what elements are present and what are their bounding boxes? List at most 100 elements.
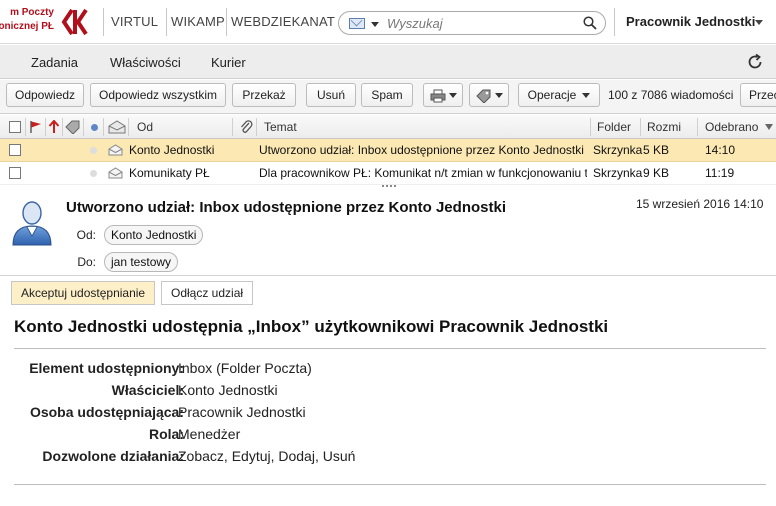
menu-bar: Zadania Właściwości Kurier (0, 45, 776, 79)
detail-value: Pracownik Jednostki (178, 404, 306, 420)
message-row[interactable]: Komunikaty PŁ Dla pracownikow PŁ: Komuni… (0, 162, 776, 185)
read-status-icon[interactable] (90, 170, 97, 177)
user-menu[interactable]: Pracownik Jednostki (626, 14, 755, 29)
message-list-header: Od Temat Folder Rozmi Odebrano (0, 115, 776, 139)
row-from: Komunikaty PŁ (129, 166, 210, 180)
column-folder[interactable]: Folder (597, 120, 631, 134)
row-size: 9 KB (643, 166, 670, 180)
nav-link-virtul[interactable]: VIRTUL (111, 14, 158, 29)
detail-value: Menedżer (178, 426, 241, 442)
detail-row: Rola: Menedżer (14, 426, 514, 446)
nav-link-wikamp[interactable]: WIKAMP (171, 14, 225, 29)
brand-name: m Poczty onicznej PŁ (0, 4, 58, 40)
envelope-icon[interactable] (349, 18, 365, 29)
logo-icon[interactable] (60, 8, 90, 36)
chevron-down-icon[interactable] (371, 22, 379, 27)
divider (14, 348, 766, 349)
separator (226, 8, 227, 36)
column-separator (590, 118, 591, 136)
column-separator (256, 118, 257, 136)
separator (166, 8, 167, 36)
select-all-checkbox[interactable] (9, 121, 21, 133)
row-checkbox[interactable] (9, 144, 21, 156)
detail-key: Element udostępniony: (29, 360, 184, 376)
column-subject[interactable]: Temat (264, 120, 297, 134)
unread-dot-icon[interactable] (91, 124, 98, 131)
divider (14, 484, 766, 485)
column-received[interactable]: Odebrano (705, 120, 758, 134)
row-received: 14:10 (705, 143, 736, 157)
sort-desc-icon[interactable] (765, 124, 773, 130)
detail-key: Właściciel: (111, 382, 184, 398)
message-count: 100 z 7086 wiadomości (608, 88, 734, 102)
tag-menu-button[interactable] (469, 83, 509, 107)
column-separator (83, 118, 84, 136)
tag-icon (475, 89, 490, 104)
envelope-icon[interactable] (108, 120, 126, 134)
to-label: Do: (77, 255, 96, 269)
row-received: 11:19 (705, 166, 735, 180)
row-from: Konto Jednostki (129, 143, 215, 157)
column-separator (232, 118, 233, 136)
column-separator (45, 118, 46, 136)
column-separator (640, 118, 641, 136)
attachment-icon[interactable] (239, 119, 253, 135)
flag-icon[interactable] (29, 120, 43, 134)
row-size: 5 KB (643, 143, 670, 157)
forward-button[interactable]: Przekaż (232, 83, 296, 107)
spam-button[interactable]: Spam (361, 83, 413, 107)
detail-value: Inbox (Folder Poczta) (178, 360, 312, 376)
delete-button[interactable]: Usuń (306, 83, 356, 107)
reply-button[interactable]: Odpowiedz (6, 83, 84, 107)
cut-button[interactable]: Przec (740, 83, 776, 107)
column-separator (697, 118, 698, 136)
priority-icon[interactable] (48, 120, 60, 134)
refresh-icon[interactable] (746, 53, 764, 71)
operations-label: Operacje (527, 88, 577, 102)
column-separator (128, 118, 129, 136)
row-checkbox[interactable] (9, 167, 21, 179)
search-input[interactable] (387, 15, 577, 31)
column-size[interactable]: Rozmi (647, 120, 687, 134)
envelope-icon (108, 144, 123, 156)
detail-row: Osoba udostępniająca: Pracownik Jednostk… (14, 404, 514, 424)
nav-link-webdziekanat[interactable]: WEBDZIEKANAT (231, 14, 335, 29)
column-separator (25, 118, 26, 136)
to-contact[interactable]: jan testowy (104, 252, 179, 272)
separator (614, 8, 615, 36)
chevron-down-icon (494, 93, 503, 99)
detail-row: Właściciel: Konto Jednostki (14, 382, 514, 402)
reply-all-button[interactable]: Odpowiedz wszystkim (90, 83, 226, 107)
detail-key: Osoba udostępniająca: (29, 404, 184, 420)
brand-line-2: onicznej PŁ (0, 21, 54, 32)
row-subject: Dla pracownikow PŁ: Komunikat n/t zmian … (259, 166, 587, 180)
from-contact[interactable]: Konto Jednostki (104, 225, 204, 245)
operations-button[interactable]: Operacje (518, 83, 600, 107)
accept-share-button[interactable]: Akceptuj udostępnianie (11, 281, 156, 305)
preview-header: Utworzono udział: Inbox udostępnione prz… (0, 188, 776, 276)
print-menu-button[interactable] (423, 83, 463, 107)
menu-item-zadania[interactable]: Zadania (31, 55, 78, 70)
menu-item-kurier[interactable]: Kurier (211, 55, 246, 70)
share-heading: Konto Jednostki udostępnia „Inbox” użytk… (14, 317, 609, 336)
preview-date: 15 wrzesień 2016 14:10 (636, 197, 764, 211)
top-bar: m Poczty onicznej PŁ VIRTUL WIKAMP WEBDZ… (0, 0, 776, 44)
from-label: Od: (76, 228, 96, 242)
detail-key: Dozwolone działania: (42, 448, 184, 464)
detach-share-button[interactable]: Odłącz udział (161, 281, 254, 305)
avatar-icon (12, 201, 52, 246)
message-row[interactable]: Konto Jednostki Utworzono udział: Inbox … (0, 139, 776, 162)
read-status-icon[interactable] (90, 147, 97, 154)
chevron-down-icon (448, 93, 457, 99)
chevron-down-icon[interactable] (755, 20, 763, 25)
envelope-icon (108, 167, 123, 179)
menu-item-wlasciwosci[interactable]: Właściwości (110, 55, 181, 70)
search-icon[interactable] (583, 16, 597, 30)
tag-icon[interactable] (65, 120, 81, 134)
search-box (338, 11, 606, 35)
detail-row: Dozwolone działania: Zobacz, Edytuj, Dod… (14, 448, 514, 468)
chevron-down-icon (582, 93, 591, 99)
print-icon (430, 89, 445, 103)
detail-value: Zobacz, Edytuj, Dodaj, Usuń (178, 448, 356, 464)
column-from[interactable]: Od (137, 120, 153, 134)
